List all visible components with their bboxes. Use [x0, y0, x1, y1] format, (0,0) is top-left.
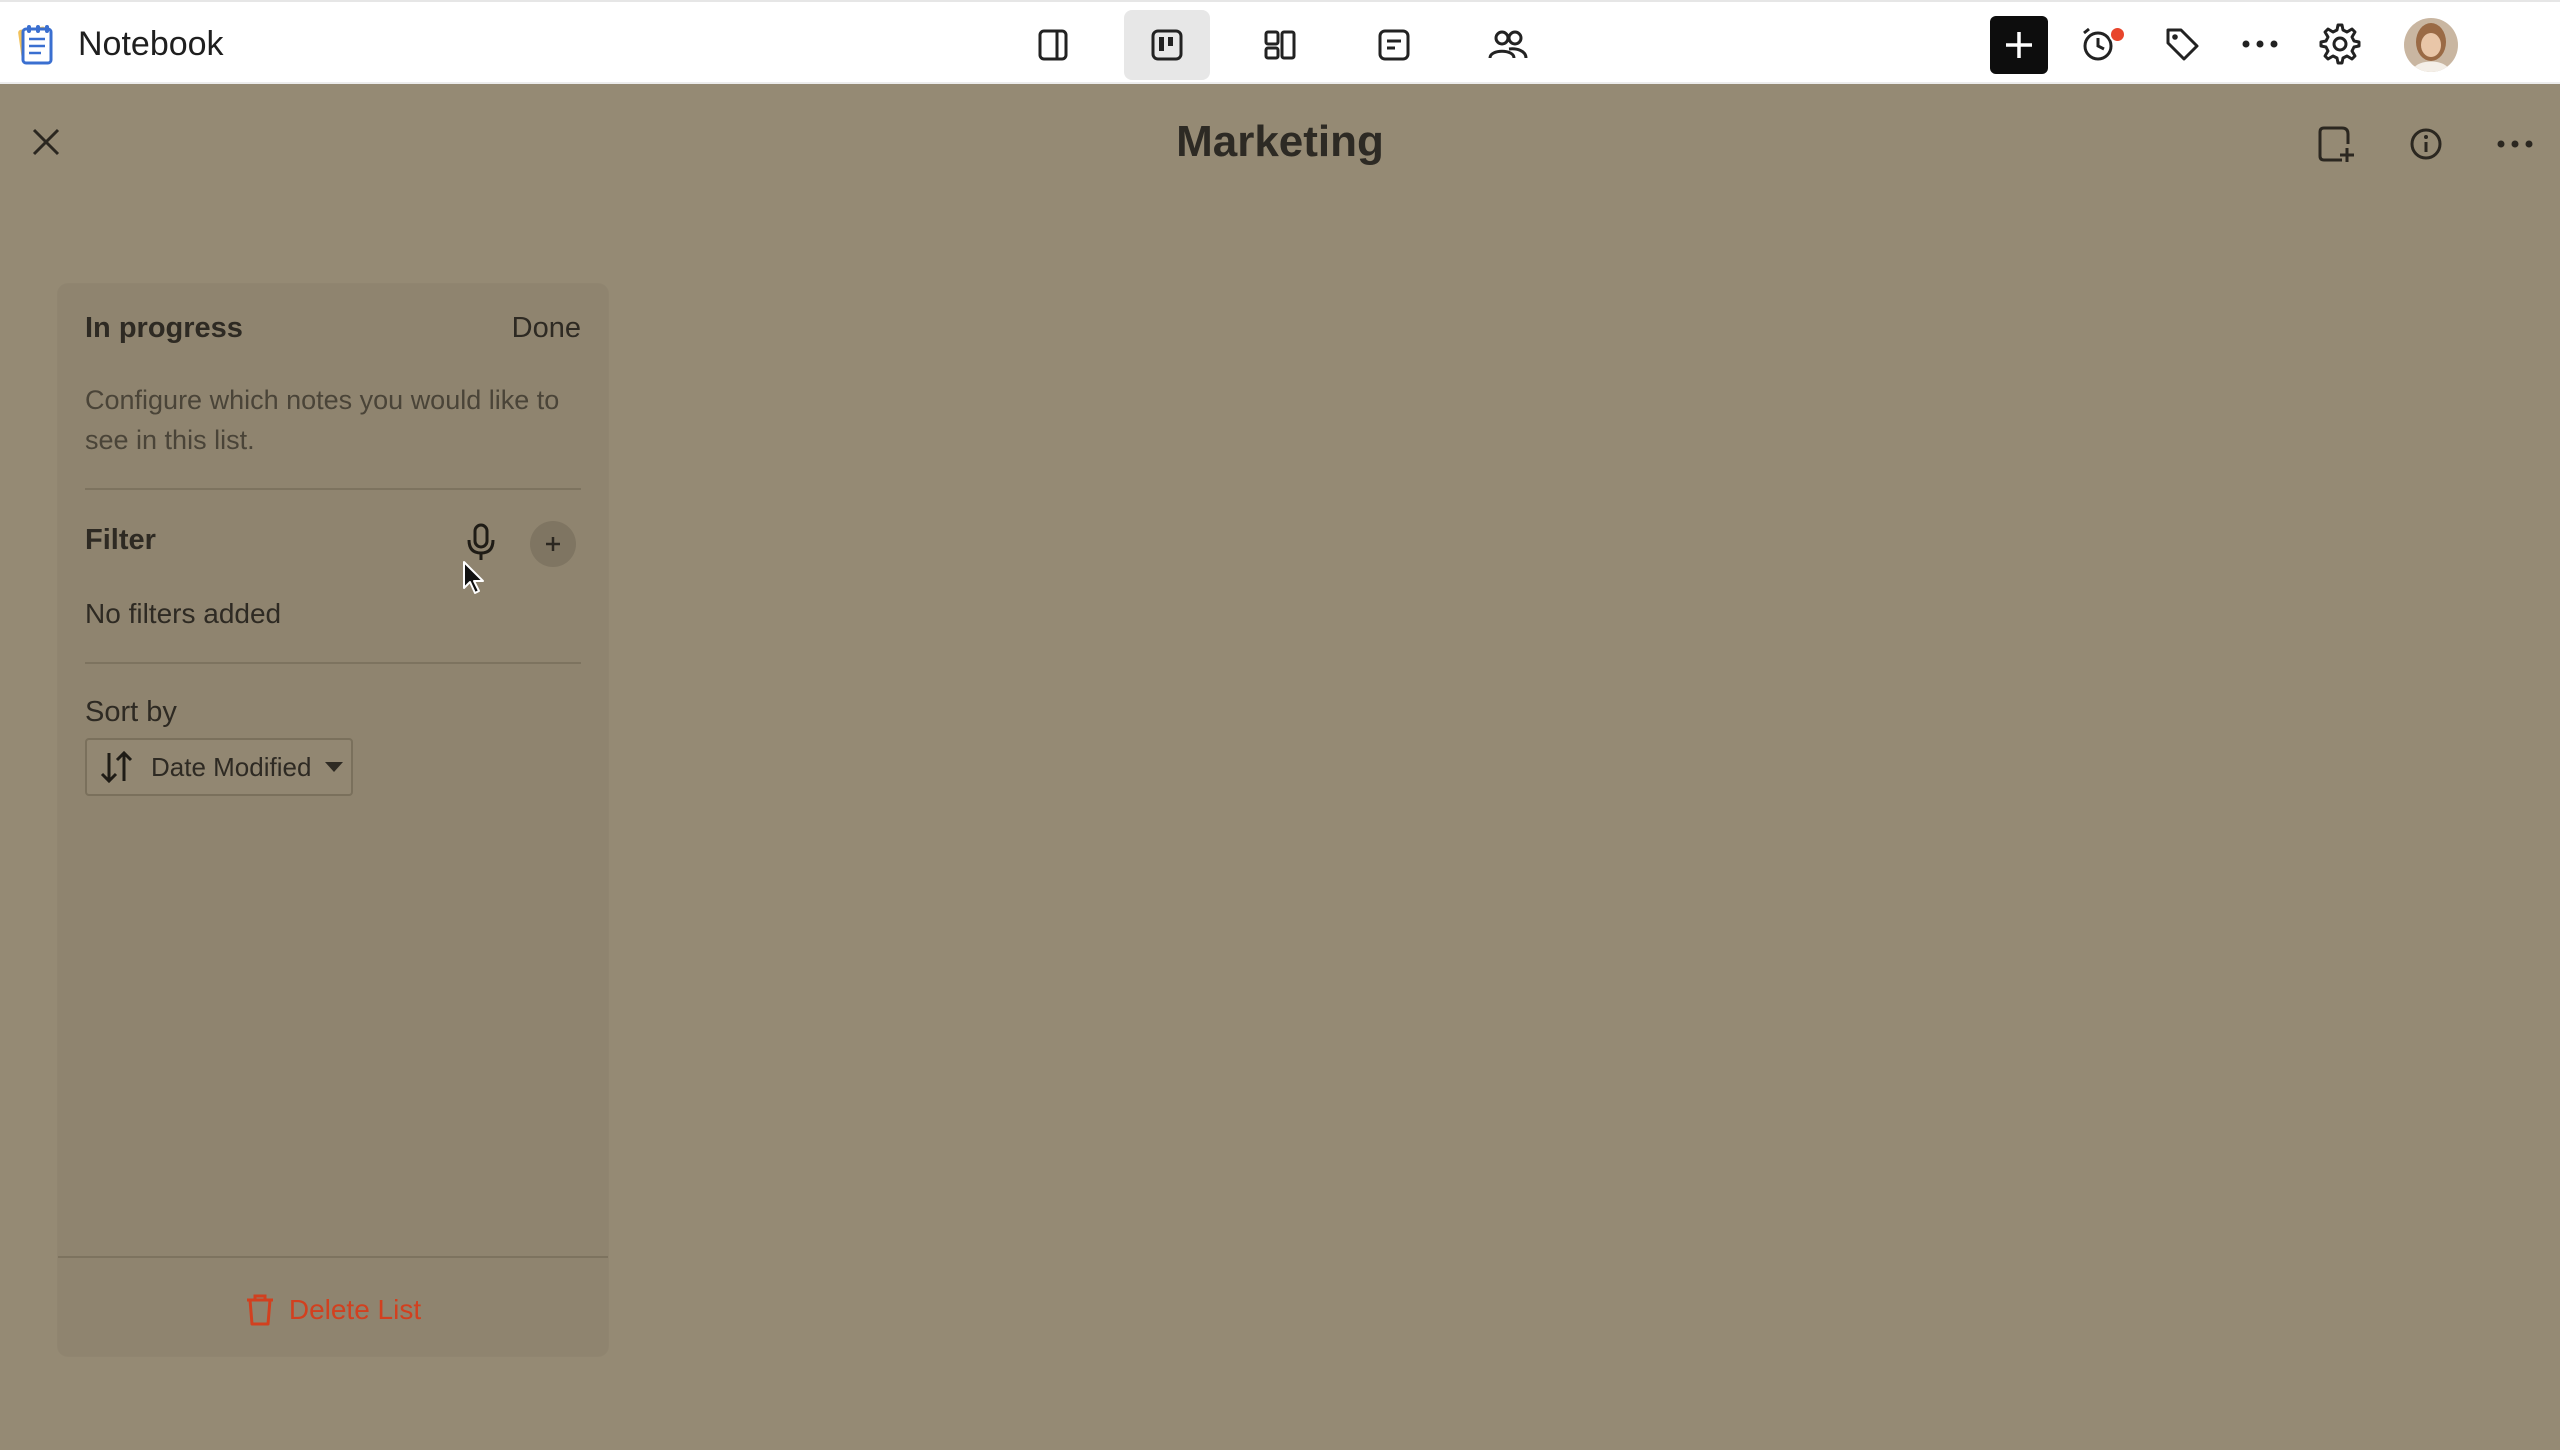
reminder-button[interactable] [2068, 14, 2128, 74]
sort-arrows-icon [100, 750, 133, 784]
plus-icon [2006, 32, 2032, 58]
list-settings-panel: In progress Done Configure which notes y… [58, 284, 608, 1356]
board-view-button[interactable] [1124, 10, 1210, 80]
sort-value: Date Modified [151, 751, 312, 782]
panel-title: In progress [85, 312, 243, 344]
chevron-down-icon [325, 762, 344, 772]
new-note-button[interactable] [1990, 16, 2048, 74]
divider [58, 1256, 608, 1258]
info-button[interactable] [2398, 116, 2454, 172]
sidebar-panel-button[interactable] [1010, 10, 1096, 80]
people-icon [1488, 30, 1528, 59]
close-icon [32, 128, 60, 156]
close-button[interactable] [22, 118, 70, 166]
notebook-logo-icon[interactable] [14, 22, 58, 66]
note-view-button[interactable] [1351, 10, 1437, 80]
plus-icon [546, 537, 560, 551]
delete-list-button[interactable]: Delete List [58, 1282, 608, 1338]
microphone-icon [467, 523, 495, 560]
more-button[interactable] [2487, 116, 2543, 172]
info-icon [2410, 128, 2442, 160]
sort-by-label: Sort by [85, 696, 177, 728]
add-filter-button[interactable] [530, 521, 576, 567]
panel-description: Configure which notes you would like to … [85, 385, 560, 455]
more-options-button[interactable] [2230, 14, 2290, 74]
more-icon [2497, 140, 2533, 148]
mouse-pointer-icon [463, 561, 484, 594]
tag-icon [2166, 28, 2199, 61]
sidebar-panel-icon [1038, 29, 1068, 61]
notification-dot [2109, 26, 2126, 43]
card-grid-button[interactable] [1237, 10, 1323, 80]
card-grid-icon [1264, 30, 1296, 60]
top-bar: Notebook [0, 0, 2560, 84]
tags-button[interactable] [2152, 14, 2212, 74]
add-note-icon [2318, 126, 2354, 162]
board-view-icon [1151, 29, 1183, 61]
sort-by-dropdown[interactable]: Date Modified [85, 738, 353, 796]
no-filters-text: No filters added [85, 598, 282, 629]
done-button[interactable]: Done [512, 312, 581, 345]
voice-filter-button[interactable] [457, 518, 505, 566]
settings-button[interactable] [2310, 14, 2370, 74]
user-avatar[interactable] [2404, 18, 2458, 72]
page-title: Marketing [1176, 117, 1384, 166]
app-title: Notebook [78, 25, 224, 63]
filter-label: Filter [85, 524, 156, 556]
delete-list-label: Delete List [288, 1294, 422, 1325]
trash-icon [246, 1294, 273, 1326]
add-note-button[interactable] [2308, 116, 2364, 172]
gear-icon [2319, 23, 2361, 65]
note-view-icon [1378, 29, 1410, 61]
more-icon [2242, 40, 2278, 48]
divider [85, 662, 581, 664]
shared-people-button[interactable] [1465, 10, 1551, 80]
divider [85, 488, 581, 490]
